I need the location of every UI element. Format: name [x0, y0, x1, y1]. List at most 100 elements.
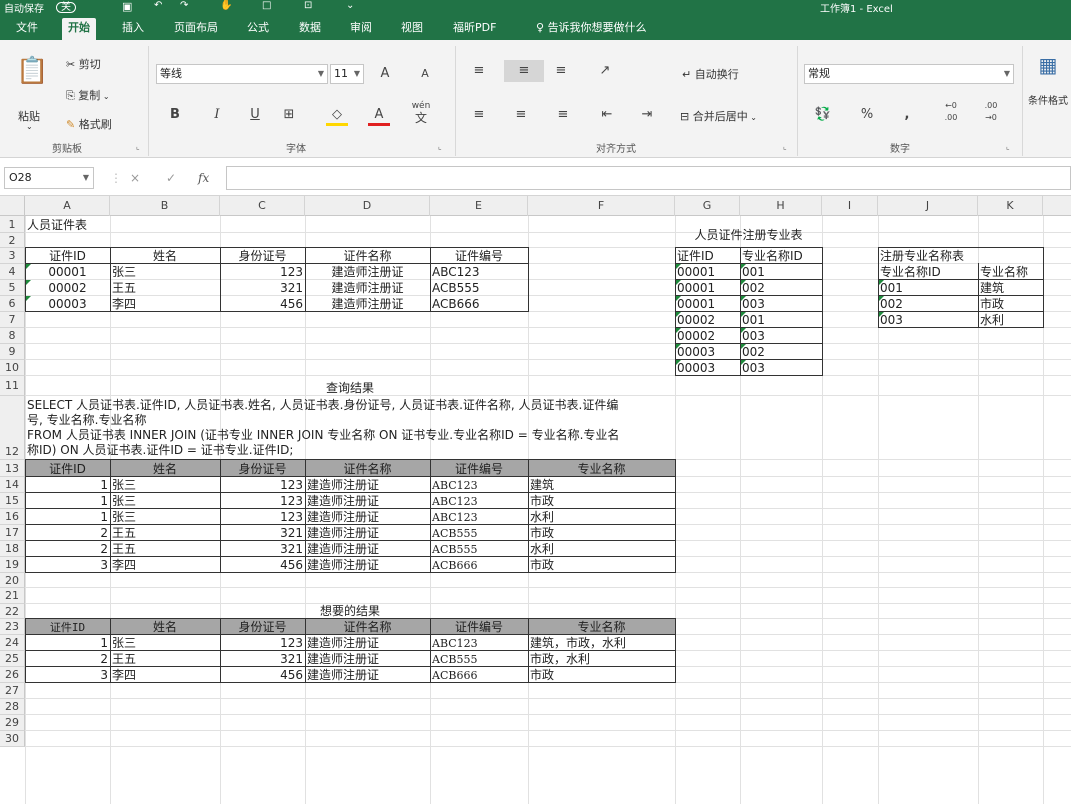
- select-all-corner[interactable]: [0, 196, 25, 216]
- query-result-id-cell[interactable]: 1: [25, 510, 110, 525]
- new-icon[interactable]: □: [262, 0, 271, 11]
- row-header-27[interactable]: 27: [0, 683, 25, 699]
- underline-button[interactable]: U: [244, 104, 266, 126]
- wanted-result-cert-name-cell[interactable]: 建造师注册证: [305, 668, 430, 683]
- query-result-id-cell[interactable]: 1: [25, 478, 110, 493]
- query-result-cert-no-cell[interactable]: ABC123: [430, 510, 528, 525]
- query-result-cert-no-cell[interactable]: ACB555: [430, 542, 528, 557]
- column-header-g[interactable]: G: [675, 196, 740, 216]
- copy-button[interactable]: ⎘ 复制 ⌄: [66, 87, 110, 103]
- query-result-cert-name-cell[interactable]: 建造师注册证: [305, 510, 430, 525]
- column-header-k[interactable]: K: [978, 196, 1043, 216]
- person-table-header[interactable]: 证件ID: [25, 249, 110, 264]
- row-header-28[interactable]: 28: [0, 699, 25, 715]
- wanted-result-name-cell[interactable]: 李四: [110, 668, 220, 683]
- row-header-20[interactable]: 20: [0, 573, 25, 588]
- query-result-cert-no-cell[interactable]: ACB555: [430, 526, 528, 541]
- increase-indent-icon[interactable]: ⇥: [636, 104, 658, 126]
- person-name-cell[interactable]: 李四: [110, 297, 220, 312]
- row-header-21[interactable]: 21: [0, 588, 25, 604]
- query-result-header[interactable]: 身份证号: [220, 462, 305, 477]
- query-result-cert-no-cell[interactable]: ACB666: [430, 558, 528, 573]
- query-result-idcard-cell[interactable]: 123: [220, 510, 305, 525]
- align-center-icon[interactable]: ≡: [510, 104, 532, 126]
- decrease-indent-icon[interactable]: ⇤: [596, 104, 618, 126]
- query-result-cert-name-cell[interactable]: 建造师注册证: [305, 478, 430, 493]
- person-table-title[interactable]: 人员证件表: [25, 218, 110, 233]
- row-header-18[interactable]: 18: [0, 541, 25, 557]
- italic-button[interactable]: I: [206, 104, 228, 126]
- query-result-id-cell[interactable]: 3: [25, 558, 110, 573]
- row-header-9[interactable]: 9: [0, 344, 25, 360]
- row-header-11[interactable]: 11: [0, 376, 25, 396]
- person-id-cell[interactable]: 00002: [25, 281, 110, 296]
- row-header-19[interactable]: 19: [0, 557, 25, 573]
- column-header-h[interactable]: H: [740, 196, 822, 216]
- autosave-toggle[interactable]: 关: [56, 2, 76, 13]
- wanted-result-name-cell[interactable]: 张三: [110, 636, 220, 651]
- query-result-label[interactable]: 查询结果: [25, 381, 675, 396]
- reg-table-header[interactable]: 证件ID: [675, 249, 740, 264]
- reg-major-id-cell[interactable]: 003: [740, 297, 822, 312]
- major-name-cell[interactable]: 水利: [978, 313, 1043, 328]
- wanted-result-cert-name-cell[interactable]: 建造师注册证: [305, 652, 430, 667]
- query-result-name-cell[interactable]: 张三: [110, 478, 220, 493]
- query-result-name-cell[interactable]: 王五: [110, 526, 220, 541]
- row-header-14[interactable]: 14: [0, 477, 25, 493]
- wanted-result-header[interactable]: 证件名称: [305, 620, 430, 635]
- decrease-decimal-button[interactable]: .00 →0: [980, 100, 1002, 126]
- row-header-10[interactable]: 10: [0, 360, 25, 376]
- query-result-header[interactable]: 证件名称: [305, 462, 430, 477]
- decrease-font-icon[interactable]: A: [414, 63, 436, 85]
- tab-page-layout[interactable]: 页面布局: [168, 15, 224, 40]
- sql-text[interactable]: SELECT 人员证书表.证件ID, 人员证书表.姓名, 人员证书表.身份证号,…: [27, 398, 673, 458]
- wanted-result-header[interactable]: 姓名: [110, 620, 220, 635]
- reg-cert-id-cell[interactable]: 00001: [675, 265, 740, 280]
- person-cert-no-cell[interactable]: ACB666: [430, 297, 528, 312]
- paste-icon[interactable]: 📋: [16, 54, 48, 88]
- align-middle-icon[interactable]: ≡: [504, 60, 544, 82]
- query-result-cert-name-cell[interactable]: 建造师注册证: [305, 526, 430, 541]
- reg-table-header[interactable]: 专业名称ID: [740, 249, 822, 264]
- wanted-result-header[interactable]: 身份证号: [220, 620, 305, 635]
- reg-major-id-cell[interactable]: 002: [740, 281, 822, 296]
- font-color-button[interactable]: A: [368, 104, 390, 126]
- align-left-icon[interactable]: ≡: [468, 104, 490, 126]
- query-result-header[interactable]: 姓名: [110, 462, 220, 477]
- cancel-icon[interactable]: ×: [130, 167, 140, 189]
- wanted-result-cert-name-cell[interactable]: 建造师注册证: [305, 636, 430, 651]
- wanted-result-id-cell[interactable]: 3: [25, 668, 110, 683]
- person-cert-no-cell[interactable]: ABC123: [430, 265, 528, 280]
- reg-major-id-cell[interactable]: 001: [740, 313, 822, 328]
- bold-button[interactable]: B: [164, 104, 186, 126]
- wanted-result-header[interactable]: 证件编号: [430, 620, 528, 635]
- reg-cert-id-cell[interactable]: 00002: [675, 313, 740, 328]
- phonetic-icon[interactable]: wén 文: [410, 100, 432, 126]
- person-idcard-cell[interactable]: 123: [220, 265, 305, 280]
- formula-input[interactable]: [226, 166, 1071, 190]
- query-result-cert-no-cell[interactable]: ABC123: [430, 494, 528, 509]
- wanted-result-major-cell[interactable]: 市政，水利: [528, 652, 675, 667]
- row-header-12[interactable]: 12: [0, 396, 25, 460]
- person-table-header[interactable]: 证件名称: [305, 249, 430, 264]
- row-header-24[interactable]: 24: [0, 635, 25, 651]
- reg-cert-id-cell[interactable]: 00001: [675, 281, 740, 296]
- fill-color-icon[interactable]: ◇: [326, 104, 348, 126]
- major-name-cell[interactable]: 市政: [978, 297, 1043, 312]
- row-header-7[interactable]: 7: [0, 312, 25, 328]
- person-cert-name-cell[interactable]: 建造师注册证: [305, 297, 430, 312]
- query-result-major-cell[interactable]: 水利: [528, 510, 675, 525]
- tab-review[interactable]: 审阅: [344, 15, 378, 40]
- customize-icon[interactable]: ⌄: [346, 0, 354, 11]
- reg-major-id-cell[interactable]: 003: [740, 329, 822, 344]
- tab-file[interactable]: 文件: [10, 15, 44, 40]
- person-idcard-cell[interactable]: 321: [220, 281, 305, 296]
- query-result-cert-name-cell[interactable]: 建造师注册证: [305, 558, 430, 573]
- align-right-icon[interactable]: ≡: [552, 104, 574, 126]
- currency-icon[interactable]: 💱: [812, 104, 834, 126]
- row-header-25[interactable]: 25: [0, 651, 25, 667]
- query-result-id-cell[interactable]: 2: [25, 526, 110, 541]
- query-result-major-cell[interactable]: 市政: [528, 494, 675, 509]
- major-name-cell[interactable]: 建筑: [978, 281, 1043, 296]
- person-table-header[interactable]: 姓名: [110, 249, 220, 264]
